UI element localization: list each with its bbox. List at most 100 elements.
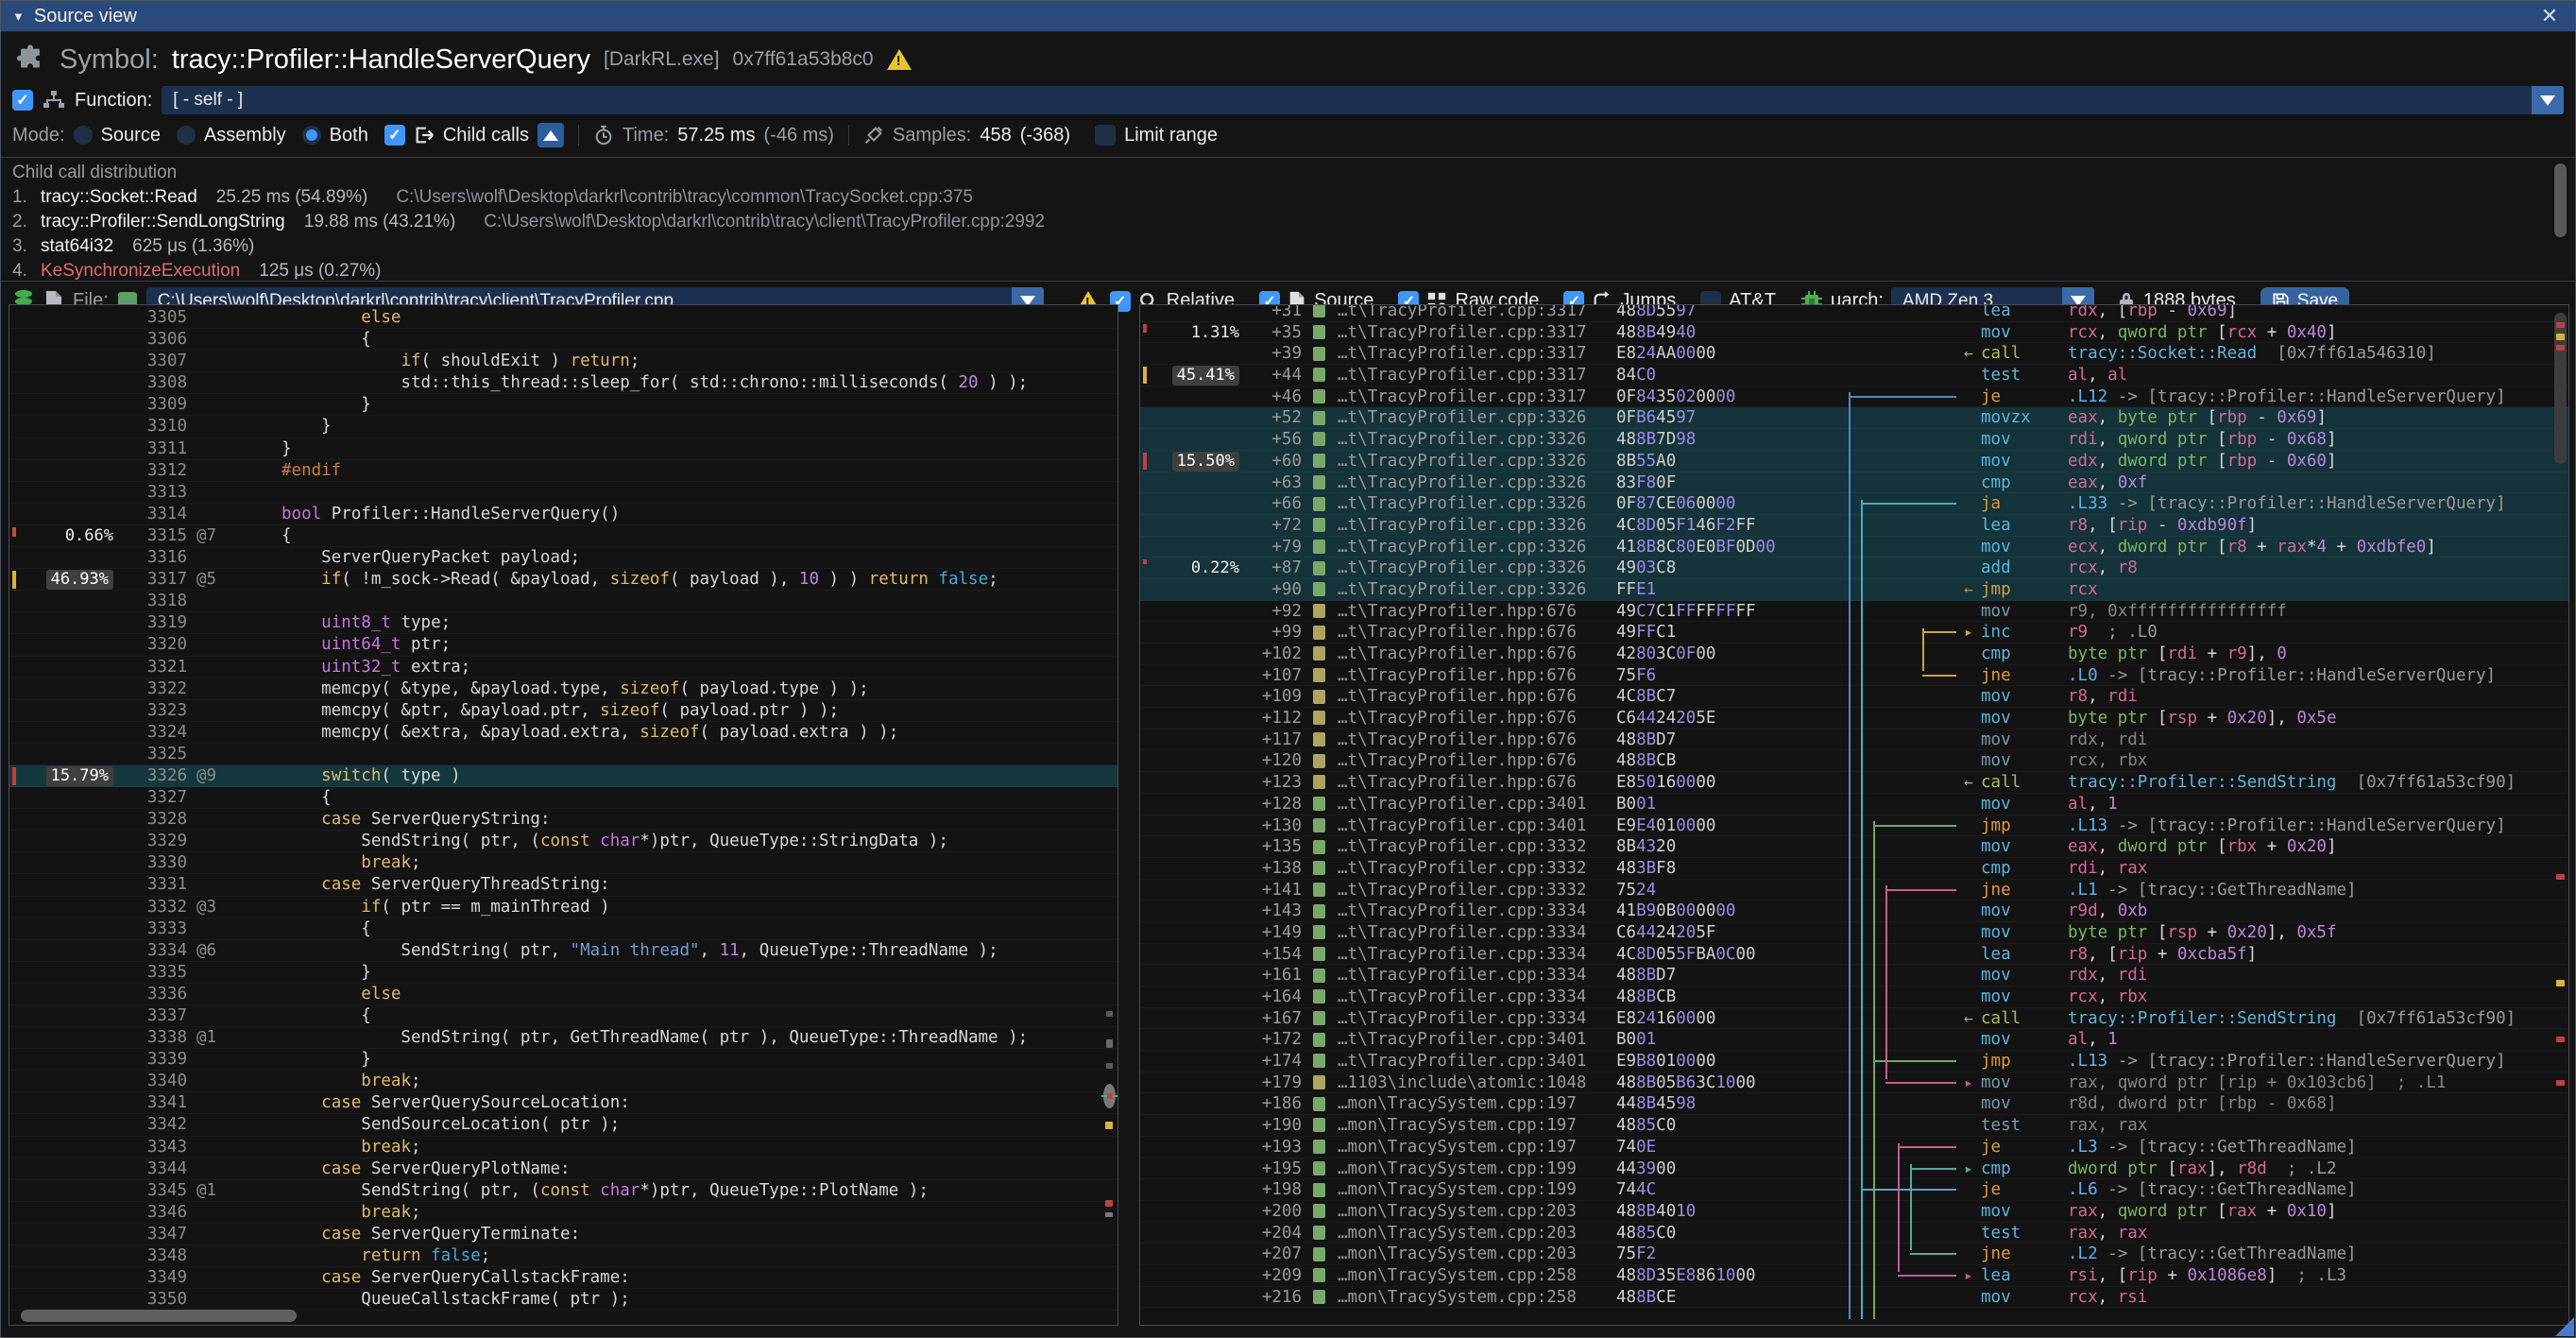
asm-row[interactable]: +130…t\TracyProfiler.cpp:3401E9E4010000j… <box>1140 815 2568 837</box>
source-hscrollbar[interactable] <box>13 1310 1100 1322</box>
asm-row[interactable]: +102…t\TracyProfiler.hpp:67642803C0F00cm… <box>1140 643 2568 665</box>
source-line-row[interactable]: 3310 } <box>9 416 1117 437</box>
asm-row[interactable]: 15.50%+60…t\TracyProfiler.cpp:33268B55A0… <box>1140 451 2568 472</box>
source-line-row[interactable]: 3345@1 SendString( ptr, (const char*)ptr… <box>9 1180 1117 1202</box>
limit-range-checkbox[interactable]: ✓ <box>1095 125 1116 146</box>
child-call-item[interactable]: 3.stat64i32625 μs (1.36%) <box>12 234 2575 259</box>
asm-row[interactable]: +161…t\TracyProfiler.cpp:3334488BD7movrd… <box>1140 965 2568 986</box>
source-line-row[interactable]: 3318 <box>9 591 1117 612</box>
asm-row[interactable]: +123…t\TracyProfiler.hpp:676E850160000←c… <box>1140 772 2568 794</box>
source-line-row[interactable]: 3332@3 if( ptr == m_mainThread ) <box>9 897 1117 918</box>
asm-row[interactable]: +120…t\TracyProfiler.hpp:676488BCBmovrcx… <box>1140 750 2568 772</box>
asm-row[interactable]: +46…t\TracyProfiler.cpp:33170F8435020000… <box>1140 386 2568 408</box>
source-line-row[interactable]: 3342 SendSourceLocation( ptr ); <box>9 1114 1117 1136</box>
source-line-row[interactable]: 3324 memcpy( &extra, &payload.extra, siz… <box>9 722 1117 744</box>
collapse-icon[interactable]: ▼ <box>12 9 25 24</box>
asm-row[interactable]: +216…mon\TracySystem.cpp:258488BCEmovrcx… <box>1140 1287 2568 1309</box>
asm-row[interactable]: +90…t\TracyProfiler.cpp:3326FFE1←jmprcx <box>1140 579 2568 601</box>
close-icon[interactable]: ✕ <box>2535 4 2564 28</box>
child-call-item[interactable]: 1.tracy::Socket::Read25.25 ms (54.89%)C:… <box>12 185 2575 210</box>
asm-row[interactable]: +143…t\TracyProfiler.cpp:333441B90B00000… <box>1140 901 2568 922</box>
source-line-row[interactable]: 3305 else <box>9 307 1117 329</box>
source-line-row[interactable]: 3331 case ServerQueryThreadString: <box>9 874 1117 896</box>
source-line-row[interactable]: 3334@6 SendString( ptr, "Main thread", 1… <box>9 940 1117 962</box>
source-line-row[interactable]: 3347 case ServerQueryTerminate: <box>9 1224 1117 1245</box>
child-call-item[interactable]: 4.KeSynchronizeExecution125 μs (0.27%) <box>12 259 2575 281</box>
source-line-row[interactable]: 3323 memcpy( &ptr, &payload.ptr, sizeof(… <box>9 700 1117 722</box>
collapse-distribution-button[interactable] <box>537 123 564 147</box>
asm-row[interactable]: +112…t\TracyProfiler.hpp:676C64424205Emo… <box>1140 708 2568 729</box>
asm-row[interactable]: +39…t\TracyProfiler.cpp:3317E824AA0000←c… <box>1140 343 2568 365</box>
asm-row[interactable]: +138…t\TracyProfiler.cpp:3332483BF8cmprd… <box>1140 858 2568 880</box>
source-line-row[interactable]: 3338@1 SendString( ptr, GetThreadName( p… <box>9 1027 1117 1049</box>
asm-row[interactable]: +109…t\TracyProfiler.hpp:6764C8BC7movr8,… <box>1140 686 2568 708</box>
assembly-scrollbar[interactable] <box>2554 307 2567 1308</box>
asm-row[interactable]: +128…t\TracyProfiler.cpp:3401B001moval, … <box>1140 794 2568 815</box>
source-line-row[interactable]: 3311} <box>9 438 1117 460</box>
source-line-row[interactable]: 3348 return false; <box>9 1245 1117 1267</box>
asm-row[interactable]: +200…mon\TracySystem.cpp:203488B4010movr… <box>1140 1201 2568 1223</box>
source-line-row[interactable]: 3327 { <box>9 787 1117 809</box>
asm-row[interactable]: +207…mon\TracySystem.cpp:20375F2jne.L2 -… <box>1140 1244 2568 1265</box>
source-line-row[interactable]: 3344 case ServerQueryPlotName: <box>9 1158 1117 1180</box>
asm-row[interactable]: +141…t\TracyProfiler.cpp:33327524jne.L1 … <box>1140 880 2568 901</box>
source-line-row[interactable]: 3325 <box>9 744 1117 765</box>
source-line-row[interactable]: 3328 case ServerQueryString: <box>9 809 1117 831</box>
source-line-row[interactable]: 3312#endif <box>9 460 1117 482</box>
source-line-row[interactable]: 3314bool Profiler::HandleServerQuery() <box>9 504 1117 525</box>
source-line-row[interactable]: 3321 uint32_t extra; <box>9 657 1117 678</box>
source-line-row[interactable]: 3343 break; <box>9 1137 1117 1158</box>
radio-source[interactable] <box>74 126 93 145</box>
source-line-row[interactable]: 3320 uint64_t ptr; <box>9 634 1117 656</box>
asm-row[interactable]: 45.41%+44…t\TracyProfiler.cpp:331784C0te… <box>1140 365 2568 386</box>
asm-row[interactable]: +186…mon\TracySystem.cpp:197448B4598movr… <box>1140 1093 2568 1115</box>
asm-row[interactable]: +117…t\TracyProfiler.hpp:676488BD7movrdx… <box>1140 729 2568 751</box>
source-line-row[interactable]: 3319 uint8_t type; <box>9 612 1117 634</box>
asm-row[interactable]: +204…mon\TracySystem.cpp:2034885C0testra… <box>1140 1223 2568 1244</box>
asm-row[interactable]: +92…t\TracyProfiler.hpp:67649C7C1FFFFFFF… <box>1140 601 2568 623</box>
source-line-row[interactable]: 3306 { <box>9 329 1117 351</box>
asm-row[interactable]: +198…mon\TracySystem.cpp:199744Cje.L6 ->… <box>1140 1179 2568 1201</box>
asm-row[interactable]: +190…mon\TracySystem.cpp:1974885C0testra… <box>1140 1115 2568 1137</box>
asm-row[interactable]: +56…t\TracyProfiler.cpp:3326488B7D98movr… <box>1140 429 2568 451</box>
source-line-row[interactable]: 3335 } <box>9 962 1117 984</box>
asm-row[interactable]: +107…t\TracyProfiler.hpp:67675F6jne.L0 -… <box>1140 665 2568 687</box>
source-line-row[interactable]: 3337 { <box>9 1005 1117 1027</box>
source-line-row[interactable]: 3330 break; <box>9 852 1117 874</box>
source-line-row[interactable]: 3313 <box>9 482 1117 504</box>
asm-row[interactable]: +31…t\TracyProfiler.cpp:3317488D5597lear… <box>1140 304 2568 322</box>
asm-row[interactable]: +209…mon\TracySystem.cpp:258488D35E88610… <box>1140 1265 2568 1287</box>
radio-both[interactable] <box>302 126 321 145</box>
source-line-row[interactable]: 0.66%3315@7{ <box>9 525 1117 547</box>
radio-assembly[interactable] <box>177 126 196 145</box>
asm-row[interactable]: +154…t\TracyProfiler.cpp:33344C8D055FBA0… <box>1140 944 2568 966</box>
asm-row[interactable]: 1.31%+35…t\TracyProfiler.cpp:3317488B494… <box>1140 322 2568 344</box>
source-scroll-grip[interactable] <box>1103 1084 1116 1108</box>
source-line-row[interactable]: 3322 memcpy( &type, &payload.type, sizeo… <box>9 678 1117 700</box>
source-scrollbar[interactable] <box>1103 307 1116 1308</box>
source-line-row[interactable]: 3329 SendString( ptr, (const char*)ptr, … <box>9 831 1117 852</box>
source-line-row[interactable]: 3333 { <box>9 918 1117 940</box>
asm-row[interactable]: +172…t\TracyProfiler.cpp:3401B001moval, … <box>1140 1029 2568 1051</box>
asm-row[interactable]: 0.22%+87…t\TracyProfiler.cpp:33264903C8a… <box>1140 558 2568 579</box>
asm-row[interactable]: +66…t\TracyProfiler.cpp:33260F87CE060000… <box>1140 493 2568 515</box>
function-combo-arrow[interactable] <box>2532 86 2564 114</box>
child-call-scrollbar[interactable] <box>2554 163 2567 237</box>
source-line-row[interactable]: 3350 QueueCallstackFrame( ptr ); <box>9 1289 1117 1311</box>
source-line-row[interactable]: 15.79%3326@9 switch( type ) <box>9 765 1117 787</box>
asm-row[interactable]: +99…t\TracyProfiler.hpp:67649FFC1▸incr9 … <box>1140 622 2568 643</box>
source-line-row[interactable]: 3307 if( shouldExit ) return; <box>9 351 1117 372</box>
source-hscroll-thumb[interactable] <box>21 1310 297 1322</box>
source-line-row[interactable]: 3309 } <box>9 394 1117 416</box>
source-line-row[interactable]: 3339 } <box>9 1049 1117 1071</box>
asm-row[interactable]: +72…t\TracyProfiler.cpp:33264C8D05F146F2… <box>1140 515 2568 537</box>
source-line-row[interactable]: 3316 ServerQueryPacket payload; <box>9 547 1117 569</box>
asm-row[interactable]: +79…t\TracyProfiler.cpp:3326418B8C80E0BF… <box>1140 537 2568 558</box>
function-checkbox[interactable]: ✓ <box>12 90 33 111</box>
resize-grip-icon[interactable] <box>2555 1317 2574 1336</box>
asm-row[interactable]: +52…t\TracyProfiler.cpp:33260FB64597movz… <box>1140 407 2568 429</box>
source-line-row[interactable]: 46.93%3317@5 if( !m_sock->Read( &payload… <box>9 569 1117 591</box>
source-line-row[interactable]: 3308 std::this_thread::sleep_for( std::c… <box>9 372 1117 394</box>
source-line-row[interactable]: 3346 break; <box>9 1202 1117 1224</box>
asm-row[interactable]: +63…t\TracyProfiler.cpp:332683F80Fcmpeax… <box>1140 472 2568 494</box>
